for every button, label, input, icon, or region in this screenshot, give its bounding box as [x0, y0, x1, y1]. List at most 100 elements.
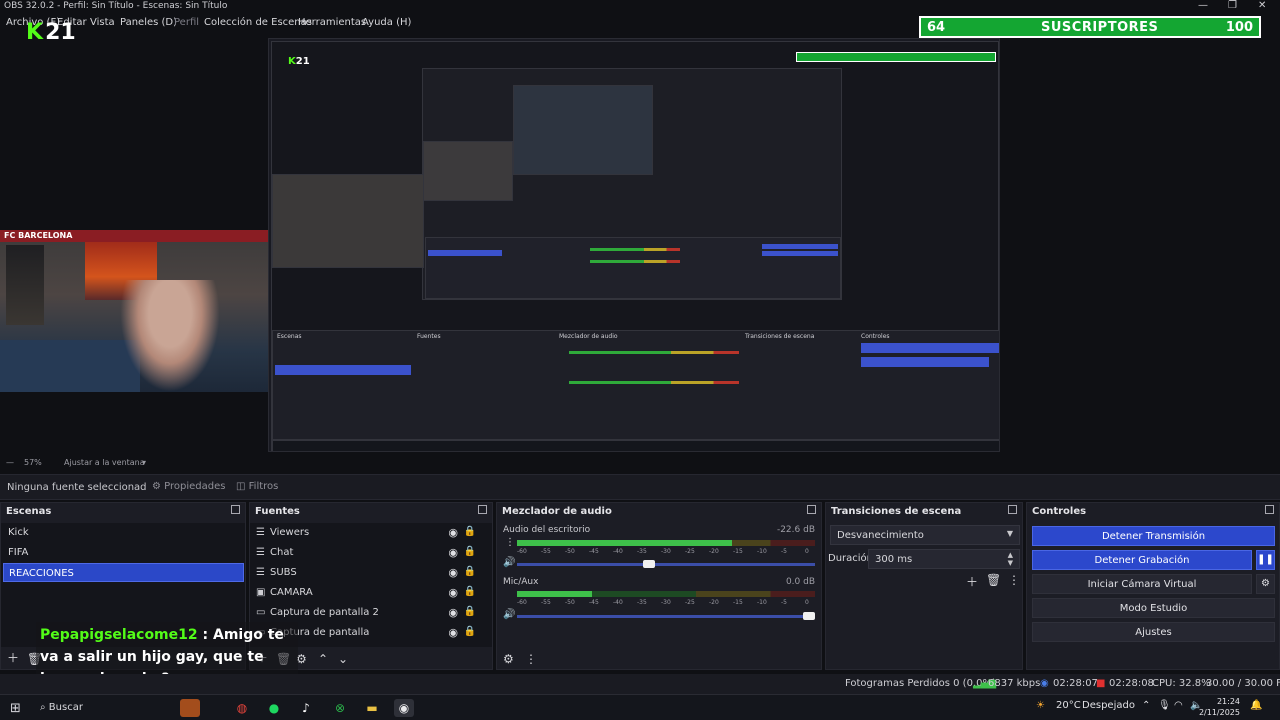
more-options-icon[interactable]: ⋮: [525, 652, 537, 666]
subscriber-count: 64: [927, 20, 946, 35]
db-tick-label: -60: [517, 599, 527, 606]
source-toolbar: Ninguna fuente seleccionad ⚙ Propiedades…: [0, 474, 1280, 500]
menu-ayuda[interactable]: Ayuda (H): [362, 17, 411, 28]
chat-username: Pepapigselacome12: [40, 627, 198, 643]
gear-icon[interactable]: ⚙: [503, 652, 514, 666]
volume-slider-handle[interactable]: [643, 560, 655, 568]
chevron-down-icon[interactable]: ⌄: [338, 652, 348, 666]
lock-icon[interactable]: 🔒: [464, 546, 476, 557]
pause-icon[interactable]: ❚❚: [1256, 550, 1275, 570]
add-icon[interactable]: ＋: [966, 573, 978, 590]
duration-value: 300 ms: [875, 554, 913, 565]
wifi-icon[interactable]: ◠: [1174, 700, 1183, 711]
undock-icon[interactable]: [1008, 505, 1017, 514]
microphone-icon[interactable]: 🎙: [1158, 700, 1171, 711]
eye-icon[interactable]: ◉: [448, 566, 458, 579]
taskbar-clock[interactable]: 21:24 2/11/2025: [1199, 696, 1240, 718]
controls-body: Detener Transmisión Detener Grabación ❚❚…: [1027, 523, 1279, 647]
xbox-icon[interactable]: ⊗: [330, 699, 350, 717]
duration-input[interactable]: 300 ms ▲ ▼: [868, 549, 1020, 569]
notification-icon[interactable]: 🔔: [1250, 700, 1262, 711]
menu-perfil[interactable]: Perfil: [174, 17, 199, 28]
speaker-icon[interactable]: 🔊: [503, 557, 515, 568]
source-item-camara[interactable]: ▣ CAMARA ◉ 🔒: [252, 583, 484, 602]
desktop-volume-slider[interactable]: [517, 560, 815, 568]
undock-icon[interactable]: [231, 505, 240, 514]
lock-icon[interactable]: 🔒: [464, 626, 476, 637]
title-bar: OBS 32.0.2 - Perfil: Sin Título - Escena…: [0, 0, 1280, 14]
close-button[interactable]: ✕: [1258, 0, 1266, 11]
zoom-fit-dropdown[interactable]: Ajustar a la ventana: [64, 458, 145, 467]
transition-selected-value: Desvanecimiento: [837, 530, 924, 541]
db-tick-label: -35: [637, 548, 647, 555]
widget-icon[interactable]: [180, 699, 200, 717]
list-icon: ☰: [256, 547, 265, 558]
windows-start-icon[interactable]: ⊞: [10, 701, 21, 716]
subscriber-goal: 100: [1225, 20, 1253, 35]
eye-icon[interactable]: ◉: [448, 546, 458, 559]
db-tick-label: -5: [781, 599, 787, 606]
eye-icon[interactable]: ◉: [448, 526, 458, 539]
filters-button[interactable]: ◫ Filtros: [230, 479, 284, 497]
spotify-icon[interactable]: ●: [264, 699, 284, 717]
eye-icon[interactable]: ◉: [448, 626, 458, 639]
source-item-captura-2[interactable]: ▭ Captura de pantalla 2 ◉ 🔒: [252, 603, 484, 622]
db-tick-label: -30: [661, 548, 671, 555]
mic-level-fill: [517, 591, 592, 597]
lock-icon[interactable]: 🔒: [464, 586, 476, 597]
volume-slider-handle[interactable]: [803, 612, 815, 620]
undock-icon[interactable]: [1265, 505, 1274, 514]
record-icon: ■: [1096, 678, 1106, 689]
chrome-icon[interactable]: ◍: [232, 699, 252, 717]
undock-icon[interactable]: [478, 505, 487, 514]
db-tick-label: -10: [757, 599, 767, 606]
menu-herramientas[interactable]: Herramientas: [298, 17, 366, 28]
trash-icon[interactable]: 🗑: [986, 573, 1001, 587]
start-virtual-camera-button[interactable]: Iniciar Cámara Virtual: [1032, 574, 1252, 594]
lock-icon[interactable]: 🔒: [464, 566, 476, 577]
source-item-subs[interactable]: ☰ SUBS ◉ 🔒: [252, 563, 484, 582]
tiktok-icon[interactable]: ♪: [296, 699, 316, 717]
obs-icon[interactable]: ◉: [394, 699, 414, 717]
more-options-icon[interactable]: ⋮: [505, 537, 515, 548]
scene-item-fifa[interactable]: FIFA: [3, 543, 244, 562]
chevron-down-icon[interactable]: ▾: [142, 458, 146, 467]
source-item-chat[interactable]: ☰ Chat ◉ 🔒: [252, 543, 484, 562]
taskbar-search[interactable]: ⌕ Buscar: [36, 699, 166, 717]
stop-stream-button[interactable]: Detener Transmisión: [1032, 526, 1275, 546]
source-item-viewers[interactable]: ☰ Viewers ◉ 🔒: [252, 523, 484, 542]
stream-icon: ◉: [1040, 678, 1049, 689]
eye-icon[interactable]: ◉: [448, 606, 458, 619]
stop-record-button[interactable]: Detener Grabación: [1032, 550, 1252, 570]
channel-mic-db: 0.0 dB: [785, 577, 815, 587]
stepper-icon[interactable]: ▲ ▼: [1008, 551, 1013, 567]
menu-paneles[interactable]: Paneles (D): [120, 17, 177, 28]
maximize-button[interactable]: ❐: [1228, 0, 1237, 11]
gear-icon[interactable]: ⚙: [1256, 574, 1275, 594]
chevron-up-icon[interactable]: ⌃: [1142, 700, 1150, 711]
menu-coleccion-escenas[interactable]: Colección de Escenas: [204, 17, 312, 28]
more-options-icon[interactable]: ⋮: [1008, 573, 1020, 587]
nested-logo: K21: [288, 56, 310, 67]
zoom-level[interactable]: 57%: [24, 458, 42, 467]
settings-button[interactable]: Ajustes: [1032, 622, 1275, 642]
mic-volume-slider[interactable]: [517, 612, 815, 620]
channel-desktop-db: -22.6 dB: [776, 525, 815, 535]
eye-icon[interactable]: ◉: [448, 586, 458, 599]
menu-vista[interactable]: Vista: [90, 17, 115, 28]
scene-item-kick[interactable]: Kick: [3, 523, 244, 542]
chevron-up-icon[interactable]: ⌃: [318, 652, 328, 666]
speaker-icon[interactable]: 🔊: [503, 609, 515, 620]
controls-header: Controles: [1027, 503, 1279, 521]
folder-icon[interactable]: ▬: [362, 699, 382, 717]
transition-select[interactable]: Desvanecimiento ▼: [830, 525, 1020, 545]
scene-item-reacciones[interactable]: REACCIONES: [3, 563, 244, 582]
program-preview[interactable]: K21 Escenas Fuentes Mezclador de audio T…: [268, 38, 1000, 452]
add-icon[interactable]: ＋: [7, 649, 19, 666]
lock-icon[interactable]: 🔒: [464, 606, 476, 617]
studio-mode-button[interactable]: Modo Estudio: [1032, 598, 1275, 618]
properties-button[interactable]: ⚙ Propiedades: [146, 479, 231, 497]
undock-icon[interactable]: [807, 505, 816, 514]
minimize-button[interactable]: —: [1198, 0, 1208, 11]
lock-icon[interactable]: 🔒: [464, 526, 476, 537]
